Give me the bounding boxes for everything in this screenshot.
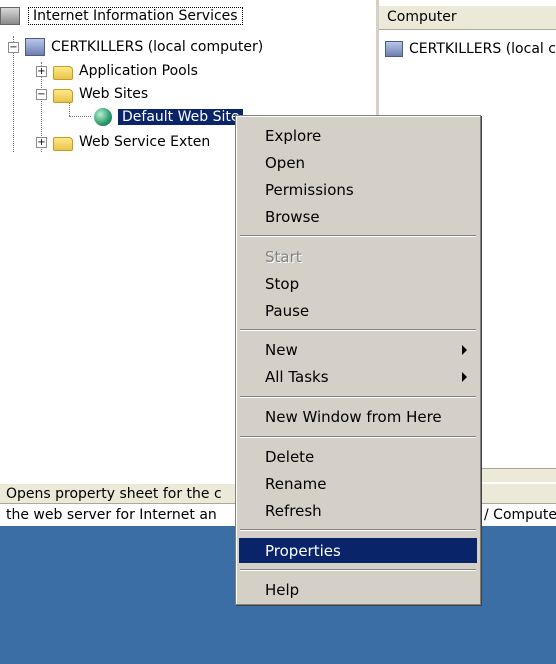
tree-node-web-service-ext-label: Web Service Exten bbox=[79, 134, 211, 150]
globe-icon bbox=[94, 108, 112, 126]
menu-item-properties[interactable]: Properties bbox=[239, 538, 477, 563]
list-item-computer[interactable]: CERTKILLERS (local co bbox=[385, 38, 556, 60]
expand-icon[interactable]: + bbox=[36, 136, 47, 148]
menu-item-permissions[interactable]: Permissions bbox=[239, 177, 477, 202]
tree-root-label: Internet Information Services bbox=[28, 7, 243, 25]
description-text-left: the web server for Internet an bbox=[6, 507, 217, 523]
menu-item-rename[interactable]: Rename bbox=[239, 471, 477, 496]
computer-icon bbox=[25, 38, 45, 56]
expand-icon[interactable]: + bbox=[36, 65, 47, 77]
menu-separator bbox=[240, 329, 476, 331]
menu-item-new-window[interactable]: New Window from Here bbox=[239, 404, 477, 429]
menu-item-browse[interactable]: Browse bbox=[239, 204, 477, 229]
menu-separator bbox=[240, 396, 476, 398]
menu-item-new[interactable]: New bbox=[239, 337, 477, 362]
tree-node-web-service-ext[interactable]: + Web Service Exten bbox=[36, 131, 210, 153]
folder-open-icon bbox=[53, 88, 73, 103]
screenshot-stage: Internet Information Services − CERTKILL… bbox=[0, 0, 556, 664]
submenu-arrow-icon bbox=[462, 372, 467, 382]
menu-item-pause[interactable]: Pause bbox=[239, 298, 477, 323]
menu-separator bbox=[240, 529, 476, 531]
menu-item-help[interactable]: Help bbox=[239, 577, 477, 602]
menu-item-refresh[interactable]: Refresh bbox=[239, 498, 477, 523]
collapse-icon[interactable]: − bbox=[36, 88, 47, 100]
menu-item-open[interactable]: Open bbox=[239, 150, 477, 175]
list-item-label: CERTKILLERS (local co bbox=[409, 41, 556, 57]
description-text-right: / Compute bbox=[484, 507, 556, 523]
tree-root-row[interactable]: Internet Information Services bbox=[0, 6, 243, 26]
tree-node-app-pools-label: Application Pools bbox=[79, 63, 198, 79]
column-header-computer[interactable]: Computer bbox=[379, 6, 556, 30]
horizontal-scrollbar[interactable] bbox=[474, 468, 556, 482]
submenu-arrow-icon bbox=[462, 345, 467, 355]
tree-node-web-sites[interactable]: − Web Sites bbox=[36, 83, 148, 105]
menu-item-delete[interactable]: Delete bbox=[239, 444, 477, 469]
menu-separator bbox=[240, 569, 476, 571]
tree-node-computer-label: CERTKILLERS (local computer) bbox=[51, 39, 264, 55]
folder-icon bbox=[53, 136, 73, 151]
menu-item-start: Start bbox=[265, 247, 302, 266]
menu-item-stop[interactable]: Stop bbox=[239, 271, 477, 296]
folder-icon bbox=[53, 65, 73, 80]
iis-icon bbox=[0, 7, 20, 25]
tree-node-app-pools[interactable]: + Application Pools bbox=[36, 60, 198, 82]
collapse-icon[interactable]: − bbox=[8, 41, 19, 53]
computer-icon bbox=[385, 41, 403, 57]
tree-node-default-web-site[interactable]: Default Web Site bbox=[94, 106, 244, 128]
menu-item-all-tasks[interactable]: All Tasks bbox=[239, 364, 477, 389]
menu-item-all-tasks-label: All Tasks bbox=[265, 367, 329, 386]
tree-node-computer[interactable]: − CERTKILLERS (local computer) bbox=[8, 36, 263, 58]
tree-node-web-sites-label: Web Sites bbox=[79, 86, 149, 102]
menu-item-new-label: New bbox=[265, 340, 298, 359]
context-menu: Explore Open Permissions Browse Start St… bbox=[235, 115, 481, 605]
menu-separator bbox=[240, 235, 476, 237]
tree-node-default-web-site-label: Default Web Site bbox=[118, 109, 244, 125]
status-text: Opens property sheet for the c bbox=[6, 485, 222, 502]
menu-item-explore[interactable]: Explore bbox=[239, 123, 477, 148]
menu-separator bbox=[240, 436, 476, 438]
